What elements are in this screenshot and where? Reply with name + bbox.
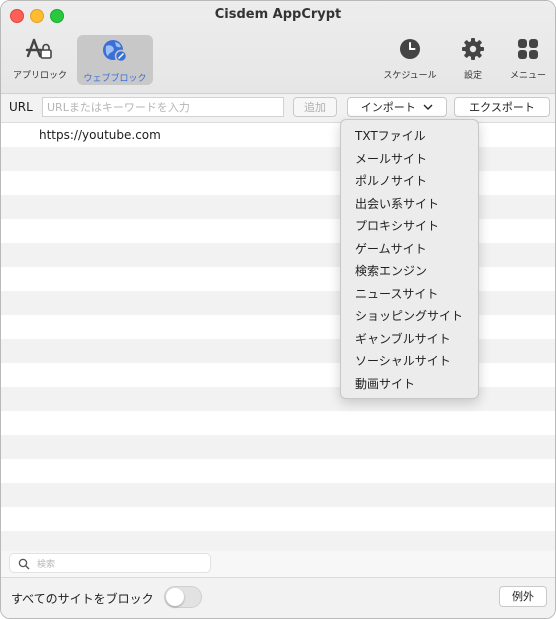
app-lock-label: アプリロック <box>12 71 67 81</box>
web-block-icon <box>103 40 128 63</box>
window-title: Cisdem AppCrypt <box>214 7 342 22</box>
search-placeholder: 検索 <box>37 560 56 570</box>
import-menu-item[interactable]: ゲームサイト <box>341 238 478 261</box>
schedule-label: スケジュール <box>383 71 437 81</box>
menu-label: メニュー <box>509 71 546 81</box>
site-row[interactable] <box>1 459 555 483</box>
chevron-down-icon <box>423 104 433 110</box>
import-button[interactable]: インポート <box>347 97 447 117</box>
import-menu-item[interactable]: 検索エンジン <box>341 260 478 283</box>
import-menu-item[interactable]: 動画サイト <box>341 373 478 396</box>
block-all-label: すべてのサイトをブロック <box>11 592 154 606</box>
import-menu-item[interactable]: メールサイト <box>341 148 478 171</box>
app-lock-tab[interactable]: アプリロック <box>9 37 71 85</box>
schedule-tab[interactable]: スケジュール <box>379 37 441 85</box>
exceptions-button[interactable]: 例外 <box>499 586 547 607</box>
settings-label: 設定 <box>463 71 482 81</box>
settings-tab[interactable]: 設定 <box>447 37 499 85</box>
import-label: インポート <box>360 101 416 114</box>
block-all-toggle[interactable] <box>164 586 202 608</box>
site-row[interactable] <box>1 507 555 531</box>
site-row[interactable] <box>1 435 555 459</box>
import-menu-item[interactable]: プロキシサイト <box>341 215 478 238</box>
web-block-tab[interactable]: ウェブブロック <box>77 35 153 85</box>
import-menu-item[interactable]: ギャンブルサイト <box>341 328 478 351</box>
import-menu-item[interactable]: ニュースサイト <box>341 283 478 306</box>
import-menu-item[interactable]: ショッピングサイト <box>341 305 478 328</box>
menu-tab[interactable]: メニュー <box>505 37 551 85</box>
url-input[interactable] <box>42 97 284 117</box>
import-menu-item[interactable]: 出会い系サイト <box>341 193 478 216</box>
app-window: Cisdem AppCrypt アプリロック ウェブブロック スケジュール 設定… <box>0 0 556 619</box>
app-lock-icon <box>25 38 52 59</box>
grid-menu-icon <box>518 39 538 59</box>
export-button[interactable]: エクスポート <box>454 97 550 117</box>
import-dropdown-menu: TXTファイル メールサイト ポルノサイト 出会い系サイト プロキシサイト ゲームサイト検… <box>340 119 479 399</box>
footer-bar: すべてのサイトをブロック 例外 <box>1 577 555 618</box>
add-button[interactable]: 追加 <box>293 97 337 117</box>
search-field[interactable]: 検索 <box>9 553 211 573</box>
import-menu-item[interactable]: ポルノサイト <box>341 170 478 193</box>
import-menu-item[interactable]: ソーシャルサイト <box>341 350 478 373</box>
gear-icon <box>462 38 484 60</box>
clock-icon <box>400 39 420 59</box>
site-row[interactable] <box>1 483 555 507</box>
site-row[interactable] <box>1 411 555 435</box>
toggle-knob <box>166 588 184 606</box>
search-area: 検索 <box>1 551 555 577</box>
toolbar: Cisdem AppCrypt アプリロック ウェブブロック スケジュール 設定… <box>1 1 555 94</box>
url-label: URL <box>9 100 33 114</box>
import-menu-item[interactable]: TXTファイル <box>341 125 478 148</box>
web-block-label: ウェブブロック <box>83 74 147 84</box>
search-icon <box>18 558 30 570</box>
